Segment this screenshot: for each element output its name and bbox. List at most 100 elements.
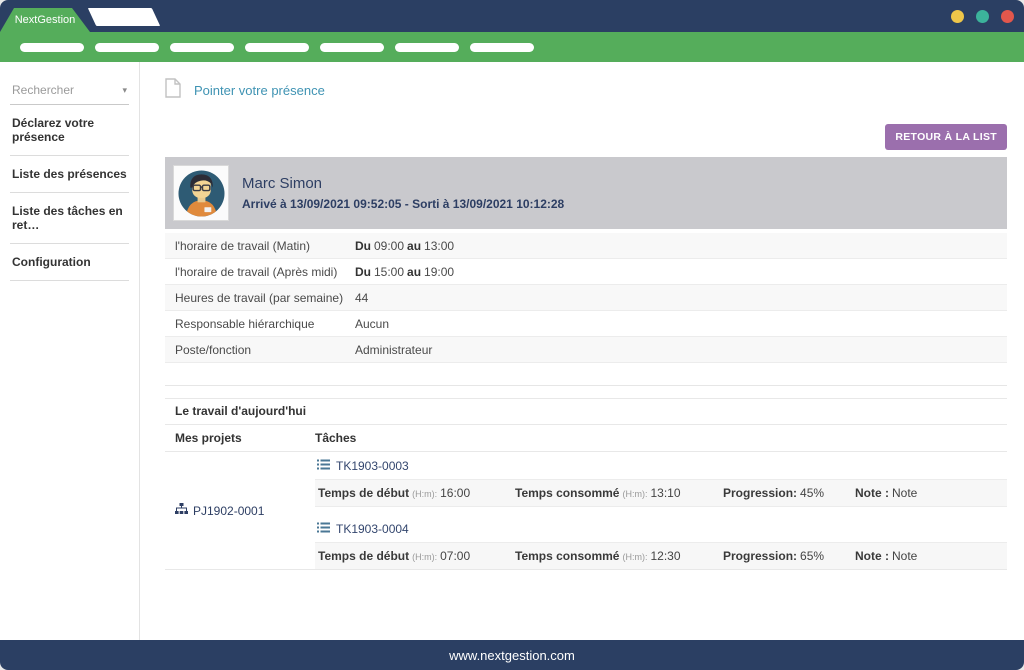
task-link[interactable]: TK1903-0004 <box>315 515 1007 542</box>
detail-du: Du <box>355 265 371 279</box>
table-row: Responsable hiérarchique Aucun <box>165 311 1007 337</box>
search-dropdown[interactable]: Rechercher ▾ <box>10 78 129 105</box>
inactive-tab[interactable] <box>88 8 160 26</box>
field-value: Note <box>892 486 917 500</box>
column-header-tasks: Tâches <box>315 431 1007 445</box>
detail-label: Heures de travail (par semaine) <box>165 291 355 305</box>
detail-value: Du09:00au13:00 <box>355 239 457 253</box>
footer: www.nextgestion.com <box>0 640 1024 670</box>
presence-times: Arrivé à 13/09/2021 09:52:05 - Sorti à 1… <box>242 197 564 211</box>
avatar <box>173 165 229 221</box>
task-list-icon <box>317 522 330 536</box>
detail-au: au <box>407 265 421 279</box>
toolbar: RETOUR À LA LIST <box>165 124 1007 150</box>
sidebar-item-configuration[interactable]: Configuration <box>10 244 129 281</box>
project-code: PJ1902-0001 <box>193 504 264 518</box>
task-code: TK1903-0004 <box>336 522 409 536</box>
sitemap-icon <box>175 503 188 518</box>
page-header: Pointer votre présence <box>165 78 1007 103</box>
detail-au: au <box>407 239 421 253</box>
field-label: Temps de début <box>318 486 409 500</box>
footer-url: www.nextgestion.com <box>449 648 575 663</box>
field-value: 16:00 <box>440 486 470 500</box>
task-progress-field: Progression:45% <box>723 486 855 500</box>
document-icon <box>165 78 181 103</box>
field-unit: (H:m): <box>412 552 437 562</box>
field-label: Note : <box>855 549 889 563</box>
sidebar-item-liste-des-presences[interactable]: Liste des présences <box>10 156 129 193</box>
profile-info: Marc Simon Arrivé à 13/09/2021 09:52:05 … <box>242 175 564 211</box>
detail-value: 44 <box>355 291 368 305</box>
nav-pill[interactable] <box>20 43 84 52</box>
detail-label: l'horaire de travail (Après midi) <box>165 265 355 279</box>
titlebar: NextGestion <box>0 0 1024 32</box>
page-title: Pointer votre présence <box>194 83 325 98</box>
window-controls <box>951 0 1014 32</box>
field-value: 13:10 <box>650 486 680 500</box>
sidebar-item-declarez-votre-presence[interactable]: Déclarez votre présence <box>10 105 129 156</box>
list-item: TK1903-0003 Temps de début(H:m):16:00 Te… <box>315 452 1007 507</box>
window-dot-teal[interactable] <box>976 10 989 23</box>
task-list-icon <box>317 459 330 473</box>
sidebar: Rechercher ▾ Déclarez votre présence Lis… <box>0 62 140 640</box>
sidebar-item-liste-des-taches-en-retard[interactable]: Liste des tâches en ret… <box>10 193 129 244</box>
tasks-list: TK1903-0003 Temps de début(H:m):16:00 Te… <box>315 452 1007 569</box>
window-dot-yellow[interactable] <box>951 10 964 23</box>
field-label: Progression: <box>723 486 797 500</box>
detail-value: Aucun <box>355 317 389 331</box>
back-to-list-button[interactable]: RETOUR À LA LIST <box>885 124 1007 150</box>
content-area: Rechercher ▾ Déclarez votre présence Lis… <box>0 62 1024 640</box>
nav-pill[interactable] <box>95 43 159 52</box>
app-window: NextGestion Rechercher ▾ Déclarez votre … <box>0 0 1024 670</box>
profile-card: Marc Simon Arrivé à 13/09/2021 09:52:05 … <box>165 157 1007 229</box>
task-consumed-field: Temps consommé(H:m):12:30 <box>515 549 723 563</box>
detail-label: l'horaire de travail (Matin) <box>165 239 355 253</box>
detail-to: 19:00 <box>424 265 454 279</box>
table-row: l'horaire de travail (Matin) Du09:00au13… <box>165 233 1007 259</box>
project-link[interactable]: PJ1902-0001 <box>165 452 315 569</box>
field-label: Note : <box>855 486 889 500</box>
task-details-row: Temps de début(H:m):16:00 Temps consommé… <box>315 479 1007 507</box>
table-body: PJ1902-0001 <box>165 452 1007 570</box>
nav-pill[interactable] <box>395 43 459 52</box>
nav-pill[interactable] <box>470 43 534 52</box>
task-note-field: Note :Note <box>855 549 920 563</box>
brand-tab[interactable]: NextGestion <box>0 8 90 32</box>
task-consumed-field: Temps consommé(H:m):13:10 <box>515 486 723 500</box>
detail-value: Du15:00au19:00 <box>355 265 457 279</box>
field-label: Temps consommé <box>515 549 619 563</box>
field-unit: (H:m): <box>412 489 437 499</box>
field-unit: (H:m): <box>622 489 647 499</box>
field-value: 12:30 <box>650 549 680 563</box>
nav-pill[interactable] <box>320 43 384 52</box>
profile-name: Marc Simon <box>242 175 564 192</box>
task-progress-field: Progression:65% <box>723 549 855 563</box>
table-row: Heures de travail (par semaine) 44 <box>165 285 1007 311</box>
field-value: 65% <box>800 549 824 563</box>
detail-value: Administrateur <box>355 343 432 357</box>
task-start-field: Temps de début(H:m):07:00 <box>318 549 515 563</box>
field-value: 07:00 <box>440 549 470 563</box>
nav-pill[interactable] <box>170 43 234 52</box>
table-row: Poste/fonction Administrateur <box>165 337 1007 363</box>
field-label: Progression: <box>723 549 797 563</box>
detail-du: Du <box>355 239 371 253</box>
task-code: TK1903-0003 <box>336 459 409 473</box>
brand-label: NextGestion <box>15 14 76 26</box>
main-panel: Pointer votre présence RETOUR À LA LIST <box>140 62 1024 640</box>
column-header-projects: Mes projets <box>165 431 315 445</box>
field-value: 45% <box>800 486 824 500</box>
today-work-table: Le travail d'aujourd'hui Mes projets Tâc… <box>165 398 1007 570</box>
task-link[interactable]: TK1903-0003 <box>315 452 1007 479</box>
window-dot-red[interactable] <box>1001 10 1014 23</box>
task-details-row: Temps de début(H:m):07:00 Temps consommé… <box>315 542 1007 569</box>
field-label: Temps consommé <box>515 486 619 500</box>
field-unit: (H:m): <box>622 552 647 562</box>
search-placeholder: Rechercher <box>12 83 74 97</box>
nav-pill[interactable] <box>245 43 309 52</box>
section-title: Le travail d'aujourd'hui <box>165 399 1007 425</box>
field-label: Temps de début <box>318 549 409 563</box>
detail-from: 15:00 <box>374 265 404 279</box>
main-navbar <box>0 32 1024 62</box>
detail-from: 09:00 <box>374 239 404 253</box>
